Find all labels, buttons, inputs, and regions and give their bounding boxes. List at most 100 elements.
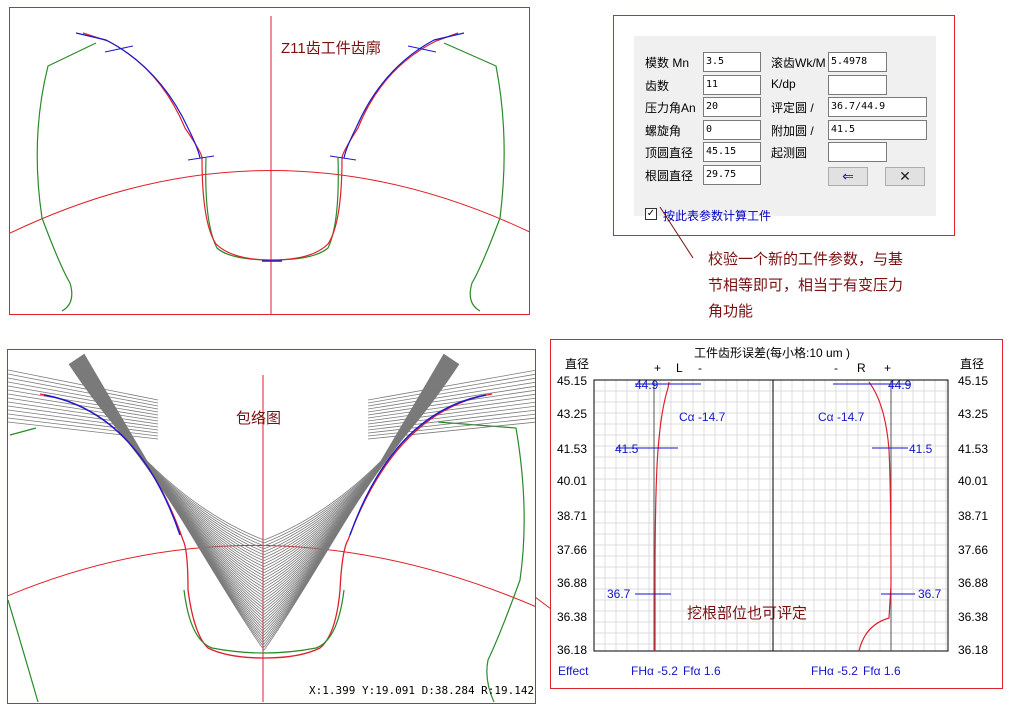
left-marker-start: 36.7 [607,587,631,601]
diameter-tick-left: 36.18 [557,643,588,657]
apply-button[interactable]: ⇐ [828,167,868,186]
label-helix-angle: 螺旋角 [645,124,682,138]
profile-tick-br [329,155,357,161]
envelope-line [73,360,455,574]
envelope-line [71,362,457,559]
root-note: 挖根部位也可评定 [687,605,808,622]
label-eval-circle: 评定圆 / [771,101,814,115]
error-chart-title: 工件齿形误差(每小格:10 um ) [694,346,851,360]
diameter-tick-right: 45.15 [958,374,989,388]
input-pressure-angle[interactable]: 20 [703,97,761,117]
envelope-line [72,361,456,568]
envelope-line [74,359,454,586]
envelope-line [71,361,457,565]
diameter-tick-right: 37.66 [958,543,989,557]
profile-left-mate-outline [36,42,97,312]
envelope-line [75,358,453,594]
diameter-tick-right: 40.01 [958,474,989,488]
calpha-left: Cα -14.7 [679,410,726,424]
label-wk-m: 滚齿Wk/M [771,56,826,70]
envelope-line [70,362,458,553]
left-ffa: Ffα 1.6 [683,664,721,678]
envelope-line [80,356,448,624]
label-pressure-angle: 压力角An [645,101,696,115]
label-root-diameter: 根圆直径 [645,169,694,183]
left-flank-plus: + [654,361,662,375]
input-start-circle[interactable] [828,142,887,162]
label-extra-circle: 附加圆 / [771,124,814,138]
input-root-diameter[interactable]: 29.75 [703,165,761,185]
envelope-panel: 包络图 X:1.399 Y:19.091 D:38.284 R:19.142 [7,349,536,704]
close-button[interactable]: ✕ [885,167,925,186]
diameter-tick-left: 43.25 [557,407,588,421]
input-eval-circle[interactable]: 36.7/44.9 [828,97,927,117]
envelope-line [73,360,455,577]
profile-tick-bl [187,155,215,161]
right-ffa: Ffα 1.6 [863,664,901,678]
diameter-tick-left: 37.66 [557,543,588,557]
left-marker-extra: 41.5 [615,442,639,456]
envelope-line [75,359,453,589]
diameter-tick-left: 40.01 [557,474,588,488]
label-start-circle: 起测圆 [771,146,808,160]
envelope-left-mate-outline [8,599,39,703]
label-module: 模数 Mn [645,56,690,70]
label-teeth: 齿数 [645,79,670,93]
profile-error-chart [593,379,949,652]
envelope-title: 包络图 [236,410,282,427]
envelope-line [69,363,459,547]
input-teeth[interactable]: 11 [703,75,761,95]
diameter-tick-right: 43.25 [958,407,989,421]
input-wk-m[interactable]: 5.4978 [828,52,887,72]
parameter-form: 模数 Mn 3.5 齿数 11 压力角An 20 螺旋角 0 顶圆直径 45.1… [634,36,936,223]
left-flank-minus: - [698,361,702,375]
right-marker-start: 36.7 [918,587,942,601]
profile-right-mate-outline [443,42,505,312]
envelope-generating-lines [8,353,535,651]
left-fha: FHα -5.2 [631,664,678,678]
label-k-dp: K/dp [771,77,796,91]
right-flank-minus: - [834,361,838,375]
envelope-line [8,389,159,416]
envelope-line [82,354,446,642]
envelope-line [82,354,446,639]
profile-reference-circle [10,170,529,234]
param-note-line-3: 角功能 [708,303,754,320]
use-params-checkbox-label[interactable]: 按此表参数计算工件 [663,207,771,224]
diameter-tick-right: 36.88 [958,576,989,590]
envelope-line [8,393,159,419]
envelope-line [74,360,454,583]
diameter-label-right: 直径 [960,357,985,371]
envelope-line [72,361,456,571]
input-k-dp[interactable] [828,75,887,95]
profile-root-green [205,157,339,261]
left-marker-tip: 44.9 [635,378,659,392]
input-extra-circle[interactable]: 41.5 [828,120,927,140]
input-module[interactable]: 3.5 [703,52,761,72]
diameter-tick-right: 38.71 [958,509,989,523]
diameter-tick-right: 41.53 [958,442,989,456]
envelope-line [69,363,459,544]
use-params-checkbox[interactable]: ✓ [645,208,657,220]
right-marker-extra: 41.5 [909,442,933,456]
envelope-line [82,354,446,645]
right-marker-tip: 44.9 [888,378,912,392]
diameter-tick-right: 36.18 [958,643,989,657]
envelope-line [70,362,458,556]
diameter-tick-left: 41.53 [557,442,588,456]
calpha-right: Cα -14.7 [818,410,865,424]
envelope-line [83,354,445,648]
diameter-tick-left: 36.88 [557,576,588,590]
envelope-line [367,373,535,404]
envelope-line [80,355,448,630]
left-flank-label: L [676,361,683,375]
cursor-coordinates: X:1.399 Y:19.091 D:38.284 R:19.142 [309,684,535,697]
envelope-line [69,362,459,550]
envelope-line [79,356,449,621]
input-tip-diameter[interactable]: 45.15 [703,142,761,162]
input-helix-angle[interactable]: 0 [703,120,761,140]
param-note-line-1: 校验一个新的工件参数，与基 [708,251,904,268]
tooth-profile-panel: Z11齿工件齿廓 [9,7,530,315]
diameter-tick-left: 45.15 [557,374,588,388]
tooth-profile-plot [10,16,529,314]
